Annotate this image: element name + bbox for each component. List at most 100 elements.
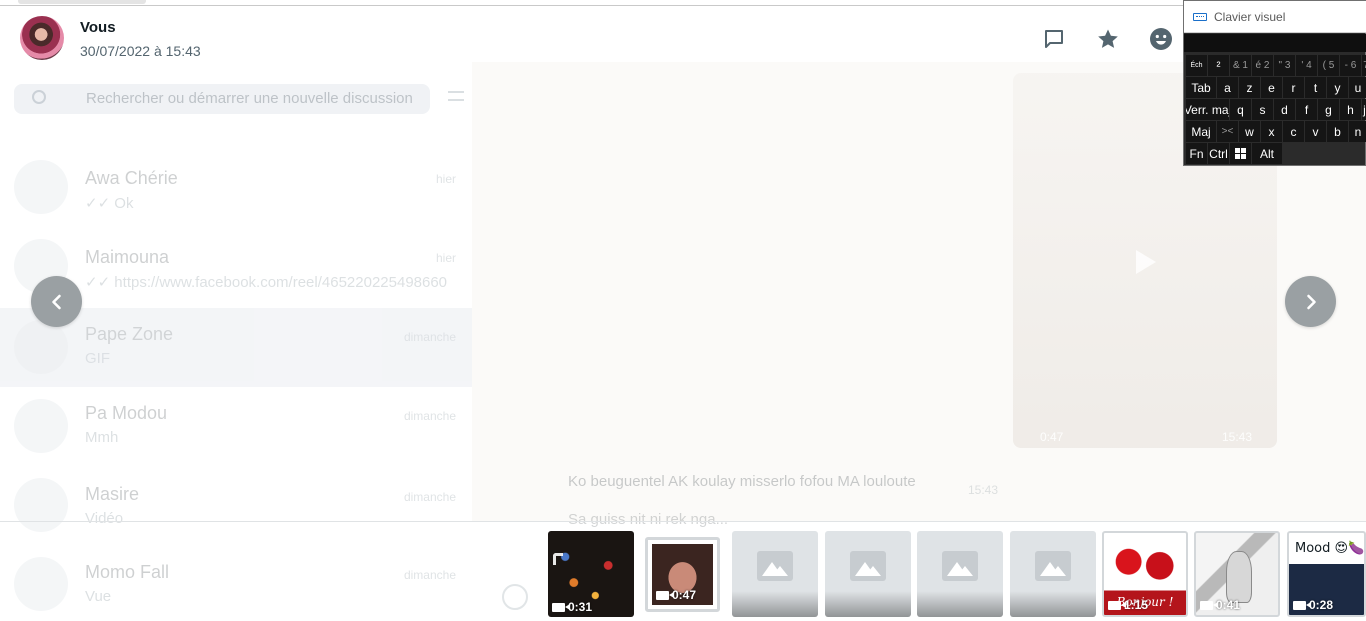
key-j[interactable]: j (1362, 99, 1366, 120)
key-w[interactable]: w (1239, 121, 1260, 142)
message-time: 15:43 (968, 483, 999, 497)
keyboard-title-bar[interactable]: Clavier visuel (1184, 1, 1366, 33)
media-thumbnail-placeholder[interactable] (917, 531, 1003, 617)
chat-row: Momo Fall dimanche Vue (0, 545, 472, 621)
reply-button[interactable] (1039, 24, 1069, 54)
key-u[interactable]: u (1349, 77, 1366, 98)
video-camera-icon (1108, 600, 1126, 610)
key-q[interactable]: q (1230, 99, 1251, 120)
key-angle-brackets[interactable]: >< (1217, 121, 1238, 142)
previous-media-button[interactable] (31, 276, 82, 327)
window-tab (18, 0, 146, 4)
react-button[interactable] (1146, 24, 1176, 54)
avatar (14, 557, 68, 611)
key-7[interactable]: 7 (1362, 55, 1366, 76)
key-fn[interactable]: Fn (1186, 143, 1207, 164)
chevron-left-icon (51, 294, 61, 309)
video-camera-icon (1200, 600, 1218, 610)
key-t[interactable]: t (1305, 77, 1326, 98)
next-media-button[interactable] (1285, 276, 1336, 327)
key-z[interactable]: z (1239, 77, 1260, 98)
star-button[interactable] (1093, 24, 1123, 54)
video-duration: 0:28 (1293, 598, 1333, 612)
key-x[interactable]: x (1261, 121, 1282, 142)
play-icon (1136, 250, 1156, 274)
media-thumbnail[interactable]: 0:41 (1194, 531, 1280, 617)
emoji-icon (502, 584, 528, 610)
key-d[interactable]: d (1274, 99, 1295, 120)
video-time: 15:43 (1222, 430, 1253, 444)
keyboard-row-numbers: Éch ² & 1 é 2 " 3 ' 4 ( 5 - 6 7 (1186, 55, 1366, 76)
key-s[interactable]: s (1252, 99, 1273, 120)
key-superscript-two[interactable]: ² (1208, 55, 1229, 76)
chat-time: dimanche (403, 330, 456, 344)
chat-row: Awa Chérie hier ✓✓ Ok (0, 160, 472, 239)
chat-name: Momo Fall (85, 562, 170, 582)
key-v[interactable]: v (1305, 121, 1326, 142)
key-a[interactable]: a (1217, 77, 1238, 98)
image-placeholder-icon (1035, 551, 1071, 581)
key-windows[interactable] (1230, 143, 1251, 164)
chat-time: dimanche (403, 490, 456, 504)
key-1[interactable]: & 1 (1230, 55, 1251, 76)
key-c[interactable]: c (1283, 121, 1304, 142)
media-thumbnail[interactable]: Bonjour ! 1:15 (1102, 531, 1188, 617)
media-thumbnail-placeholder[interactable] (1010, 531, 1096, 617)
keyboard-row-modifiers: Fn Ctrl Alt (1186, 143, 1282, 164)
media-thumbnail[interactable]: 0:31 (548, 531, 634, 617)
key-4[interactable]: ' 4 (1296, 55, 1317, 76)
keyboard-icon (1193, 13, 1207, 21)
chat-last-message: ✓✓ Ok (85, 195, 134, 212)
media-thumbnail-selected[interactable]: 0:47 (645, 537, 720, 612)
keyboard-row-top: Tab a z e r t y u (1186, 77, 1366, 98)
image-placeholder-icon (850, 551, 886, 581)
key-g[interactable]: g (1318, 99, 1339, 120)
keyboard-suggestion-bar (1184, 34, 1366, 52)
chat-name: Maimouna (85, 247, 170, 267)
search-icon (32, 90, 46, 104)
video-duration: 0:31 (552, 600, 592, 614)
key-shift[interactable]: Maj (1186, 121, 1216, 142)
media-thumbnail-placeholder[interactable] (825, 531, 911, 617)
key-2[interactable]: é 2 (1252, 55, 1273, 76)
avatar[interactable] (20, 16, 64, 60)
video-camera-icon (656, 590, 674, 600)
keyboard-row-bottom: Maj >< w x c v b n (1186, 121, 1366, 142)
media-thumbnail[interactable]: Mood 😍🍆😏 0:28 (1287, 531, 1366, 617)
key-caps-lock[interactable]: Verr. maj (1186, 99, 1229, 120)
key-h[interactable]: h (1340, 99, 1361, 120)
avatar (14, 160, 68, 214)
windows-logo-icon (1235, 148, 1246, 159)
video-camera-icon (552, 602, 570, 612)
key-alt[interactable]: Alt (1252, 143, 1282, 164)
key-r[interactable]: r (1283, 77, 1304, 98)
key-3[interactable]: " 3 (1274, 55, 1295, 76)
message-text: Ko beuguentel AK koulay misserlo fofou M… (568, 473, 916, 490)
chat-row: Pa Modou dimanche Mmh (0, 387, 472, 466)
thumbnail-strip-divider (0, 521, 1366, 522)
key-ctrl[interactable]: Ctrl (1208, 143, 1229, 164)
on-screen-keyboard[interactable]: Clavier visuel Éch ² & 1 é 2 " 3 ' 4 ( 5… (1183, 0, 1366, 166)
avatar (14, 399, 68, 453)
key-n[interactable]: n (1349, 121, 1366, 142)
key-5[interactable]: ( 5 (1318, 55, 1339, 76)
divider (0, 5, 1366, 6)
star-icon (1098, 29, 1118, 48)
chat-time: hier (435, 172, 456, 186)
media-thumbnail-placeholder[interactable] (732, 531, 818, 617)
key-e[interactable]: e (1261, 77, 1282, 98)
chat-name: Pa Modou (85, 403, 168, 423)
tiktok-icon (553, 553, 563, 565)
chat-time: dimanche (403, 409, 456, 423)
key-escape[interactable]: Éch (1186, 55, 1207, 76)
chat-time: hier (435, 251, 456, 265)
chat-last-message: Vidéo (85, 510, 124, 527)
key-tab[interactable]: Tab (1186, 77, 1216, 98)
thumbnail-figure (1226, 551, 1252, 603)
key-f[interactable]: f (1296, 99, 1317, 120)
chat-time: dimanche (403, 568, 456, 582)
key-6[interactable]: - 6 (1340, 55, 1361, 76)
key-y[interactable]: y (1327, 77, 1348, 98)
duration-text: 0:41 (1216, 598, 1241, 612)
key-b[interactable]: b (1327, 121, 1348, 142)
